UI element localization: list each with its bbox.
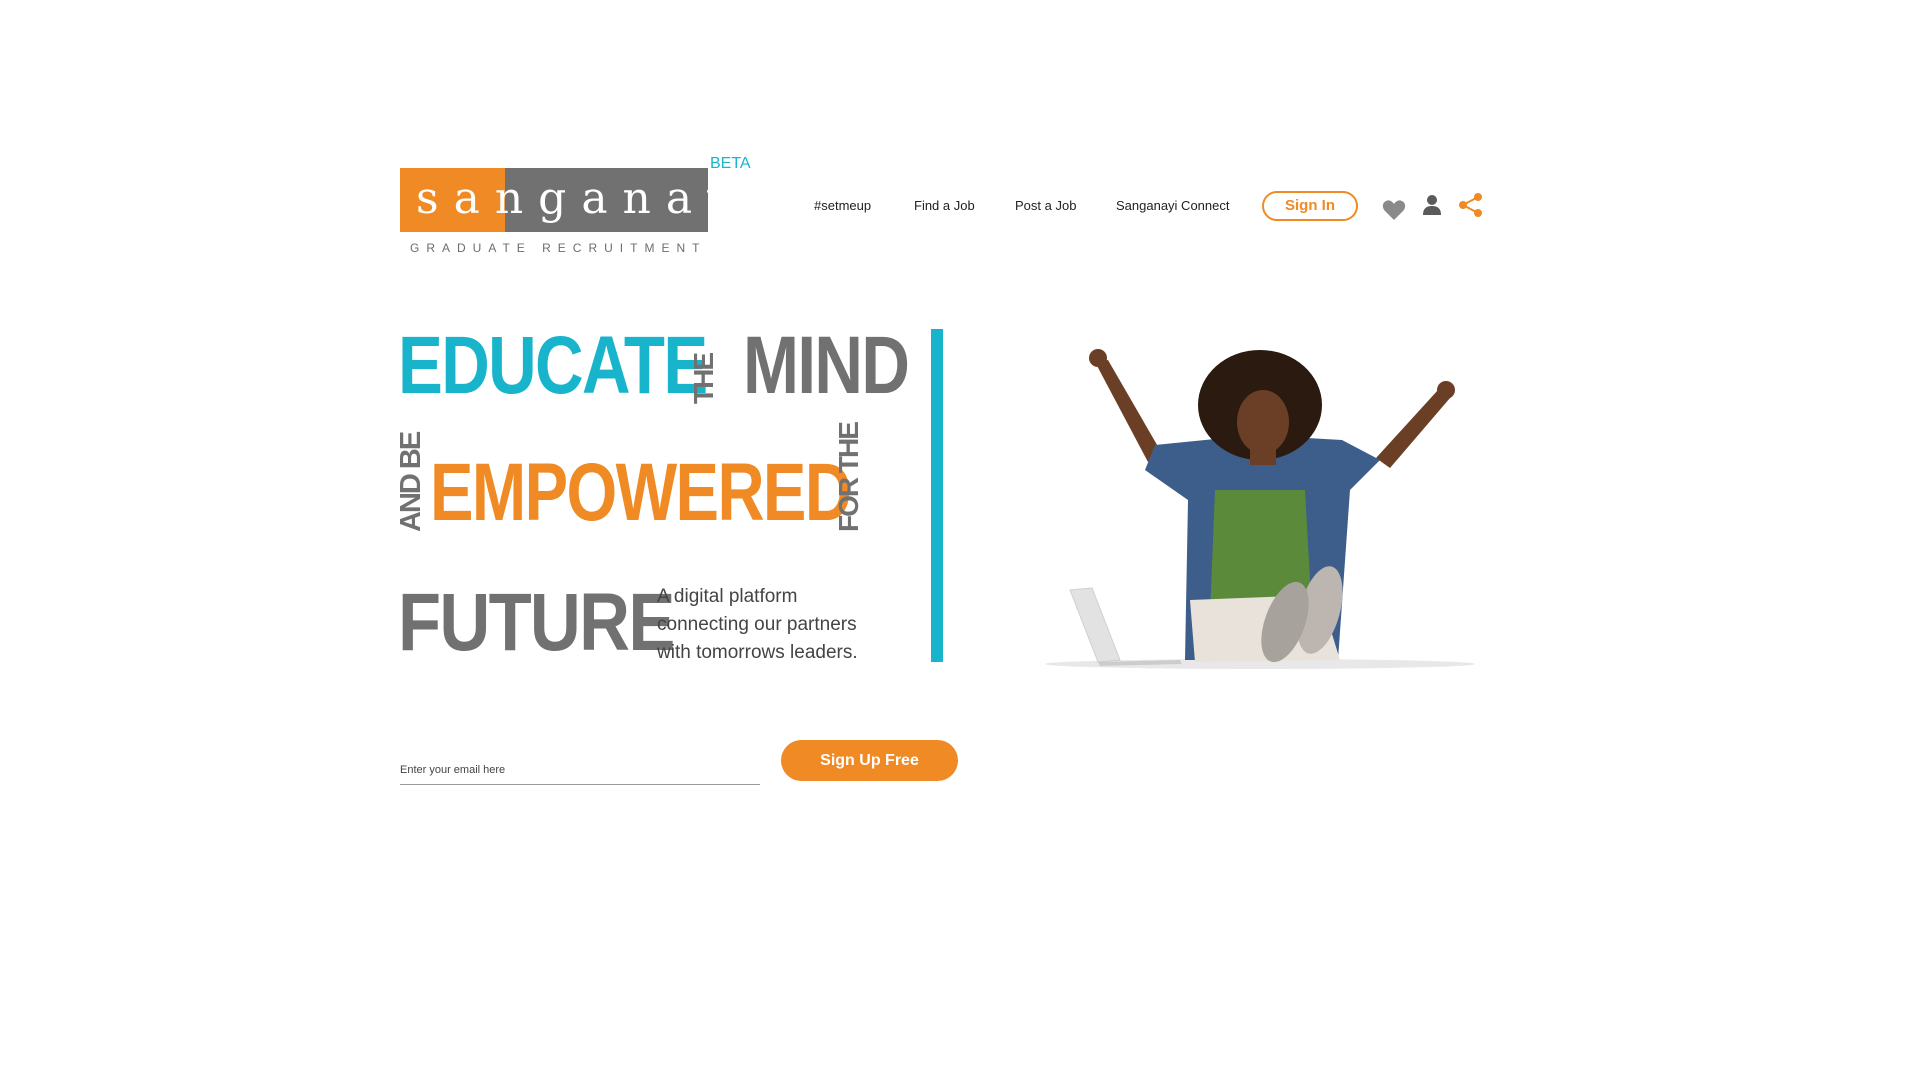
headline-educate: EDUCATE bbox=[398, 320, 708, 411]
headline-and-be: AND BE bbox=[395, 432, 427, 532]
headline-for-the: FOR THE bbox=[833, 423, 864, 532]
heart-icon[interactable] bbox=[1382, 199, 1406, 221]
beta-badge: BETA bbox=[710, 155, 751, 172]
headline-mind: MIND bbox=[743, 320, 910, 411]
headline-future: FUTURE bbox=[398, 577, 675, 668]
share-icon[interactable] bbox=[1458, 192, 1484, 218]
sign-up-free-button[interactable]: Sign Up Free bbox=[781, 740, 958, 781]
headline-empowered: EMPOWERED bbox=[430, 447, 852, 538]
sign-in-button[interactable]: Sign In bbox=[1262, 191, 1358, 221]
nav-link-sanganayi-connect[interactable]: Sanganayi Connect bbox=[1116, 198, 1229, 213]
headline-the: THE bbox=[688, 354, 719, 404]
tagline: A digital platform connecting our partne… bbox=[657, 583, 897, 667]
tagline-line-2: connecting our partners bbox=[657, 614, 857, 635]
tagline-line-1: A digital platform bbox=[657, 586, 798, 607]
tagline-line-3: with tomorrows leaders. bbox=[657, 642, 858, 663]
logo[interactable]: sanganayi GRADUATE RECRUITMENT bbox=[400, 168, 777, 263]
hero-image bbox=[1045, 349, 1475, 669]
nav-link-find-a-job[interactable]: Find a Job bbox=[914, 198, 975, 213]
accent-divider bbox=[931, 329, 943, 662]
nav-link-post-a-job[interactable]: Post a Job bbox=[1015, 198, 1076, 213]
user-icon[interactable] bbox=[1422, 194, 1442, 216]
logo-wordmark: sanganayi bbox=[416, 173, 777, 224]
nav-link-setmeup[interactable]: #setmeup bbox=[814, 198, 871, 213]
email-input[interactable] bbox=[400, 756, 760, 785]
logo-subtitle: GRADUATE RECRUITMENT bbox=[410, 241, 707, 255]
